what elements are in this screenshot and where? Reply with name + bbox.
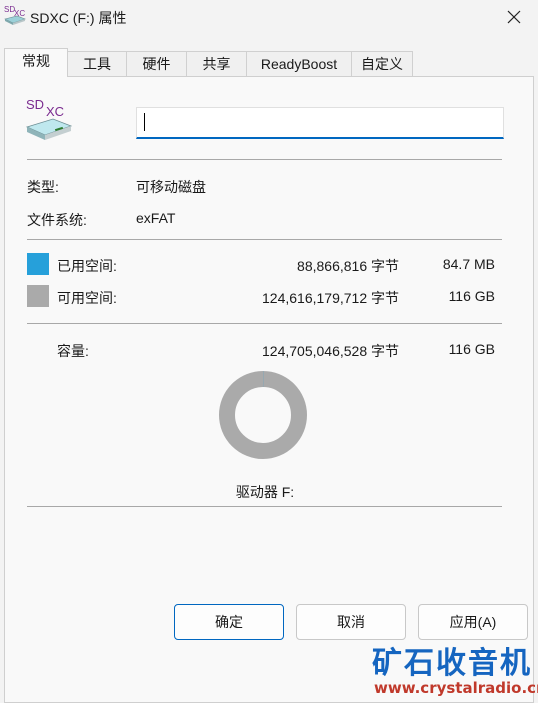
tab-readyboost[interactable]: ReadyBoost	[246, 51, 352, 76]
divider	[27, 159, 502, 160]
sd-card-drive-icon: SD XC	[4, 5, 26, 25]
divider	[27, 323, 502, 324]
type-label: 类型:	[27, 179, 59, 195]
free-space-ring	[219, 371, 307, 459]
ok-button[interactable]: 确定	[174, 604, 284, 640]
free-space-size: 116 GB	[448, 288, 495, 304]
tab-sharing[interactable]: 共享	[186, 51, 247, 76]
close-icon	[507, 10, 521, 24]
divider	[27, 506, 502, 507]
free-space-label: 可用空间:	[57, 290, 117, 306]
text-caret	[144, 113, 145, 131]
watermark-title: 矿石收音机	[372, 646, 532, 681]
filesystem-value: exFAT	[136, 210, 176, 226]
tab-strip: 常规 工具 硬件 共享 ReadyBoost 自定义	[0, 48, 538, 77]
used-space-bytes: 88,866,816 字节	[297, 258, 399, 274]
title-bar: SD XC SDXC (F:) 属性	[0, 0, 538, 38]
usage-donut-chart	[219, 371, 307, 459]
free-space-swatch	[27, 285, 49, 307]
drive-icon-xc: XC	[46, 104, 64, 119]
used-space-label: 已用空间:	[57, 258, 117, 274]
tab-general[interactable]: 常规	[4, 48, 68, 77]
tab-customize[interactable]: 自定义	[351, 51, 413, 76]
window-title: SDXC (F:) 属性	[30, 10, 127, 26]
divider	[27, 239, 502, 240]
type-value: 可移动磁盘	[136, 179, 206, 195]
close-button[interactable]	[492, 0, 538, 36]
tab-hardware[interactable]: 硬件	[126, 51, 187, 76]
cancel-button[interactable]: 取消	[296, 604, 406, 640]
drive-icon-sd: SD	[26, 97, 44, 112]
drive-letter-label: 驱动器 F:	[235, 484, 295, 500]
capacity-bytes: 124,705,046,528 字节	[262, 343, 399, 359]
used-space-size: 84.7 MB	[442, 256, 495, 272]
capacity-label: 容量:	[57, 343, 89, 359]
free-space-bytes: 124,616,179,712 字节	[262, 290, 399, 306]
apply-button[interactable]: 应用(A)	[418, 604, 528, 640]
sd-card-drive-icon: SD XC	[25, 97, 73, 140]
capacity-size: 116 GB	[448, 341, 495, 357]
used-space-swatch	[27, 253, 49, 275]
tab-tools[interactable]: 工具	[67, 51, 127, 76]
volume-name-input[interactable]	[136, 107, 504, 139]
watermark: 矿石收音机 www.crystalradio.cn	[368, 638, 538, 701]
watermark-url: www.crystalradio.cn	[374, 679, 538, 697]
filesystem-label: 文件系统:	[27, 212, 87, 228]
